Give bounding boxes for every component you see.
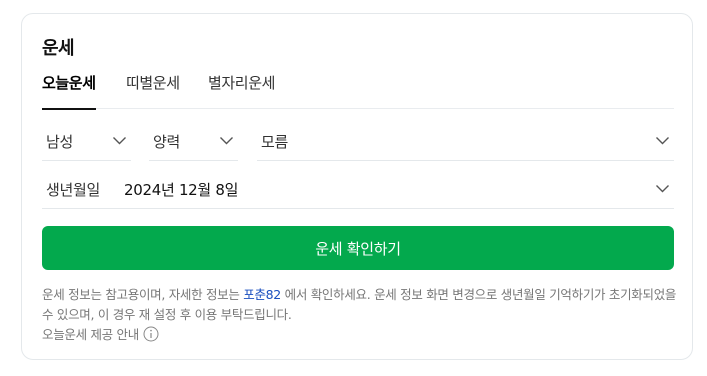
notice-text-1: 운세 정보는 참고용이며, 자세한 정보는 bbox=[42, 287, 244, 302]
chevron-down-icon bbox=[656, 137, 669, 145]
info-icon bbox=[143, 326, 159, 341]
fortune-info-link[interactable]: 오늘운세 제공 안내 bbox=[42, 324, 159, 343]
fortune-card: 운세 오늘운세 띠별운세 별자리운세 남성 양력 모름 생년월일 2024년 1… bbox=[21, 13, 693, 360]
tab-constellation-fortune[interactable]: 별자리운세 bbox=[208, 72, 275, 109]
birth-time-value: 모름 bbox=[261, 133, 289, 151]
calendar-type-value: 양력 bbox=[153, 133, 181, 151]
fortune82-link[interactable]: 포춘82 bbox=[243, 287, 281, 302]
fortune-notice: 운세 정보는 참고용이며, 자세한 정보는 포춘82 에서 확인하세요. 운세 … bbox=[42, 285, 680, 325]
fortune-info-label: 오늘운세 제공 안내 bbox=[42, 327, 139, 342]
birth-time-select[interactable]: 모름 bbox=[257, 121, 674, 161]
birthdate-select[interactable]: 생년월일 2024년 12월 8일 bbox=[42, 169, 674, 209]
calendar-type-select[interactable]: 양력 bbox=[149, 121, 238, 161]
chevron-down-icon bbox=[220, 137, 233, 145]
chevron-down-icon bbox=[656, 185, 669, 193]
birthdate-value: 2024년 12월 8일 bbox=[124, 181, 239, 199]
tab-today-fortune[interactable]: 오늘운세 bbox=[42, 72, 96, 110]
card-title: 운세 bbox=[42, 38, 75, 59]
chevron-down-icon bbox=[113, 137, 126, 145]
gender-select-value: 남성 bbox=[46, 133, 74, 151]
tab-zodiac-animal-fortune[interactable]: 띠별운세 bbox=[126, 72, 180, 109]
gender-select[interactable]: 남성 bbox=[42, 121, 131, 161]
fortune-tabs: 오늘운세 띠별운세 별자리운세 bbox=[42, 72, 674, 110]
birthdate-label: 생년월일 bbox=[46, 181, 101, 199]
check-fortune-button[interactable]: 운세 확인하기 bbox=[42, 226, 674, 270]
